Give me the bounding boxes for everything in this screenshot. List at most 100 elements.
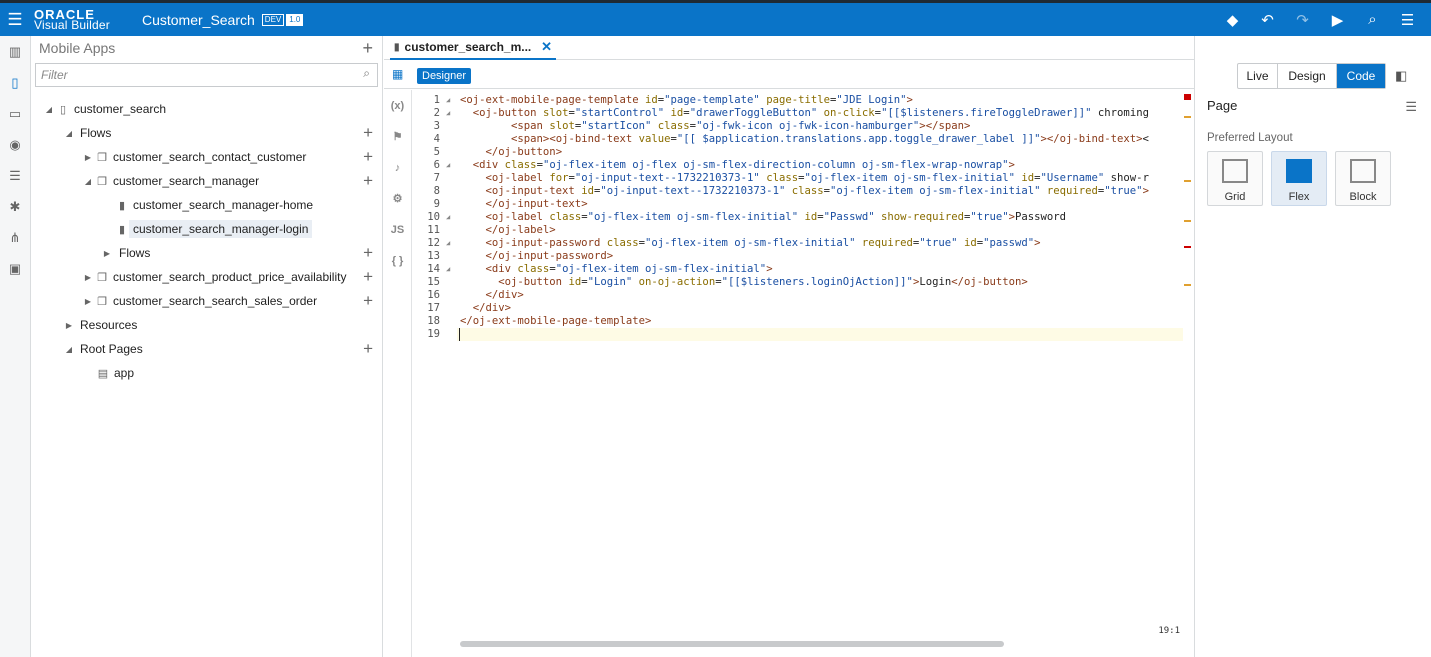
flag-icon[interactable]: ⚑ <box>384 121 411 152</box>
code-line: <oj-label class="oj-flex-item oj-sm-flex… <box>485 211 1067 223</box>
tree-item-flow-manager[interactable]: ◢ ❐ customer_search_manager + <box>31 170 382 192</box>
run-icon[interactable]: ▶ <box>1320 11 1355 29</box>
mode-code-button[interactable]: Code <box>1337 64 1385 88</box>
code-line: </oj-input-text> <box>485 198 588 210</box>
add-root-page-button[interactable]: + <box>363 339 373 359</box>
search-icon[interactable]: ⌕ <box>1355 11 1390 28</box>
add-subflow-button[interactable]: + <box>363 243 373 263</box>
tree-item-subflows[interactable]: ▶ Flows + <box>31 242 382 264</box>
collapse-icon[interactable]: ◢ <box>43 105 55 114</box>
fold-arrow-icon[interactable]: ◢ <box>446 237 450 250</box>
redo-icon[interactable]: ↷ <box>1285 11 1320 29</box>
code-line: </oj-ext-mobile-page-template> <box>460 315 652 327</box>
add-page-button[interactable]: + <box>363 147 373 167</box>
fold-arrow-icon[interactable]: ◢ <box>446 94 450 107</box>
tab-customer-search-manager-login[interactable]: ▮ customer_search_m... ✕ <box>390 36 556 60</box>
line-number: 3 <box>433 120 440 132</box>
source-icon[interactable]: ▣ <box>0 253 30 284</box>
line-number: 11 <box>427 224 440 236</box>
fold-arrow-icon[interactable]: ◢ <box>446 263 450 276</box>
panel-title: Page <box>1207 98 1238 113</box>
layout-flex-option[interactable]: Flex <box>1271 151 1327 206</box>
tree-item-resources[interactable]: ▶ Resources <box>31 314 382 336</box>
add-app-button[interactable]: + <box>362 38 373 59</box>
panel-menu-icon[interactable]: ☰ <box>1405 99 1417 115</box>
components-icon[interactable]: ✱ <box>0 191 30 222</box>
expand-icon[interactable]: ▶ <box>82 297 94 306</box>
json-icon[interactable]: { } <box>384 245 411 276</box>
business-objects-icon[interactable]: ☰ <box>0 160 30 191</box>
layout-grid-option[interactable]: Grid <box>1207 151 1263 206</box>
cursor-position: 19:1 <box>1158 626 1180 636</box>
processes-icon[interactable]: ⋔ <box>0 222 30 253</box>
tree-item-flow-price[interactable]: ▶ ❐ customer_search_product_price_availa… <box>31 266 382 288</box>
add-page-button[interactable]: + <box>363 171 373 191</box>
code-line: <div class="oj-flex-item oj-flex oj-sm-f… <box>472 159 1015 171</box>
collapse-icon[interactable]: ◢ <box>82 177 94 186</box>
version-badge: DEV 1.0 <box>261 13 304 26</box>
collapse-panel-icon[interactable]: ◧ <box>1395 68 1407 84</box>
warning-marker <box>1184 220 1191 222</box>
tree-item-page-login[interactable]: ▮ customer_search_manager-login <box>31 218 382 240</box>
code-view[interactable]: 1 ◢ <oj-ext-mobile-page-template id="page-… <box>412 94 1183 639</box>
tree-item-flow-sales[interactable]: ▶ ❐ customer_search_search_sales_order + <box>31 290 382 312</box>
error-marker <box>1184 94 1191 100</box>
code-line: <oj-label for="oj-input-text--1732210373… <box>485 172 1149 184</box>
collapse-icon[interactable]: ◢ <box>63 129 75 138</box>
fold-arrow-icon[interactable]: ◢ <box>446 107 450 120</box>
error-marker <box>1184 246 1191 248</box>
line-number: 16 <box>427 289 440 301</box>
bell-icon[interactable]: ♪ <box>384 152 411 183</box>
services-icon[interactable]: ◉ <box>0 129 30 160</box>
designer-icon[interactable]: ▦ <box>392 67 403 81</box>
warning-marker <box>1184 116 1191 118</box>
js-icon[interactable]: JS <box>384 214 411 245</box>
designer-button[interactable]: Designer <box>417 68 472 84</box>
fold-arrow-icon[interactable]: ◢ <box>446 211 450 224</box>
line-number: 8 <box>433 185 440 197</box>
file-icon: ▮ <box>394 41 400 53</box>
tree-item-flows[interactable]: ◢ Flows + <box>31 122 382 144</box>
layout-block-option[interactable]: Block <box>1335 151 1391 206</box>
mode-live-button[interactable]: Live <box>1238 64 1278 88</box>
git-icon[interactable]: ◆ <box>1215 11 1250 29</box>
hamburger-menu-icon[interactable]: ☰ <box>0 3 30 36</box>
tree-item-page-home[interactable]: ▮ customer_search_manager-home <box>31 194 382 216</box>
add-flow-button[interactable]: + <box>363 123 373 143</box>
expand-icon[interactable]: ▶ <box>63 321 75 330</box>
expand-icon[interactable]: ▶ <box>101 249 113 258</box>
line-number: 15 <box>427 276 440 288</box>
close-tab-icon[interactable]: ✕ <box>541 39 552 55</box>
filter-input[interactable] <box>35 63 378 87</box>
add-page-button[interactable]: + <box>363 291 373 311</box>
variables-icon[interactable]: (x) <box>384 90 411 121</box>
web-apps-icon[interactable]: ▥ <box>0 36 30 67</box>
expand-icon[interactable]: ▶ <box>82 153 94 162</box>
line-number: 14 <box>427 263 440 275</box>
line-number: 12 <box>427 237 440 249</box>
activity-rail: ▥ ▯ ▭ ◉ ☰ ✱ ⋔ ▣ <box>0 36 31 657</box>
undo-icon[interactable]: ↶ <box>1250 11 1285 29</box>
page-icon: ▮ <box>118 223 126 236</box>
env-badge: DEV <box>261 13 285 26</box>
current-line-highlight <box>457 328 1183 341</box>
line-number: 17 <box>427 302 440 314</box>
code-line: </oj-label> <box>485 224 556 236</box>
mobile-apps-icon[interactable]: ▯ <box>0 67 30 98</box>
collapse-icon[interactable]: ◢ <box>63 345 75 354</box>
horizontal-scrollbar[interactable] <box>460 641 1004 647</box>
tree-item-flow-contact[interactable]: ▶ ❐ customer_search_contact_customer + <box>31 146 382 168</box>
flex-icon <box>1286 159 1312 183</box>
code-line: <oj-button id="Login" on-oj-action="[[$l… <box>498 276 1028 288</box>
tree-item-root[interactable]: ◢ ▯ customer_search <box>31 98 382 120</box>
top-bar: ☰ ORACLE Visual Builder Customer_Search … <box>0 0 1431 36</box>
fold-arrow-icon[interactable]: ◢ <box>446 159 450 172</box>
add-page-button[interactable]: + <box>363 267 373 287</box>
menu-icon[interactable]: ☰ <box>1390 11 1425 29</box>
display-icon[interactable]: ▭ <box>0 98 30 129</box>
tree-item-root-pages[interactable]: ◢ Root Pages + <box>31 338 382 360</box>
mode-design-button[interactable]: Design <box>1278 64 1337 88</box>
settings-icon[interactable]: ⚙ <box>384 183 411 214</box>
expand-icon[interactable]: ▶ <box>82 273 94 282</box>
tree-item-app[interactable]: ▤ app <box>31 362 382 384</box>
